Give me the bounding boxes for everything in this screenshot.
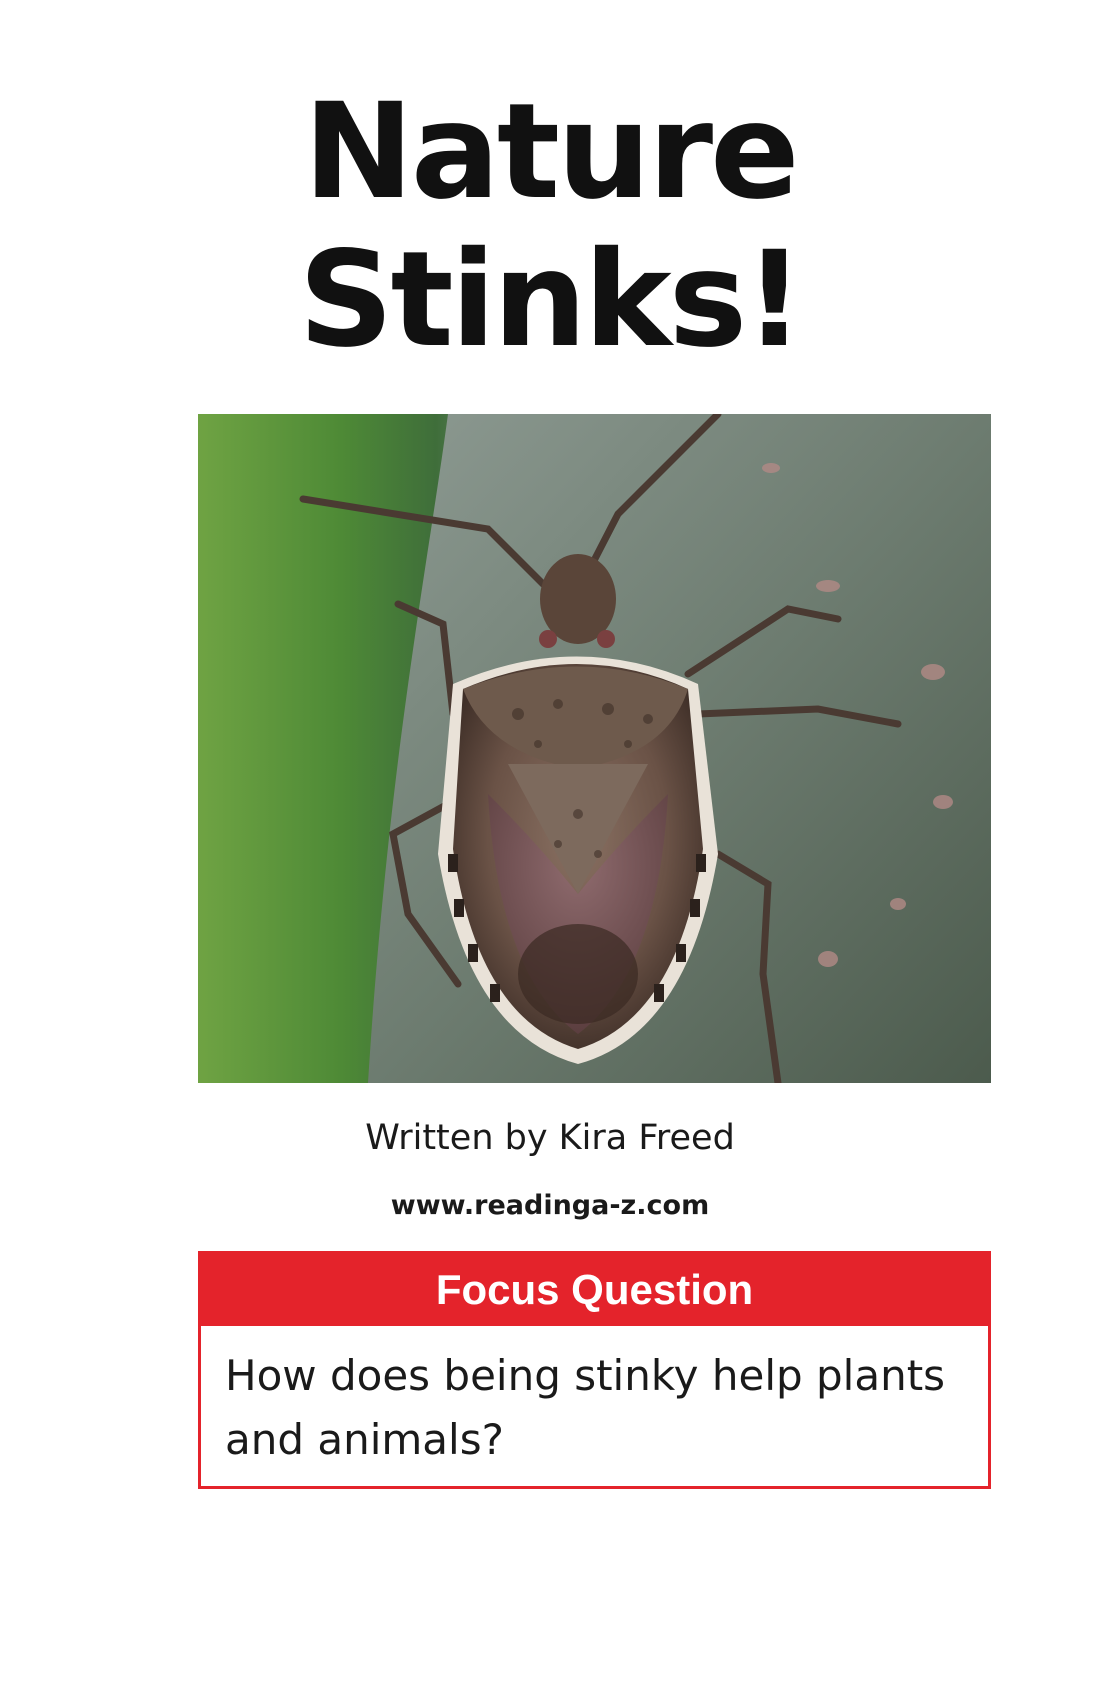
- cover-photo: [198, 414, 991, 1083]
- focus-question-box: Focus Question How does being stinky hel…: [198, 1251, 991, 1489]
- stink-bug-illustration: [198, 414, 991, 1083]
- author-byline: Written by Kira Freed: [365, 1118, 735, 1158]
- book-title: Nature Stinks!: [0, 78, 1100, 374]
- focus-question-text: How does being stinky help plants and an…: [225, 1351, 946, 1464]
- title-line-2: Stinks!: [298, 223, 805, 377]
- focus-question-heading: Focus Question: [201, 1254, 988, 1326]
- title-line-1: Nature: [303, 75, 799, 229]
- publisher-website: www.readinga-z.com: [390, 1190, 710, 1221]
